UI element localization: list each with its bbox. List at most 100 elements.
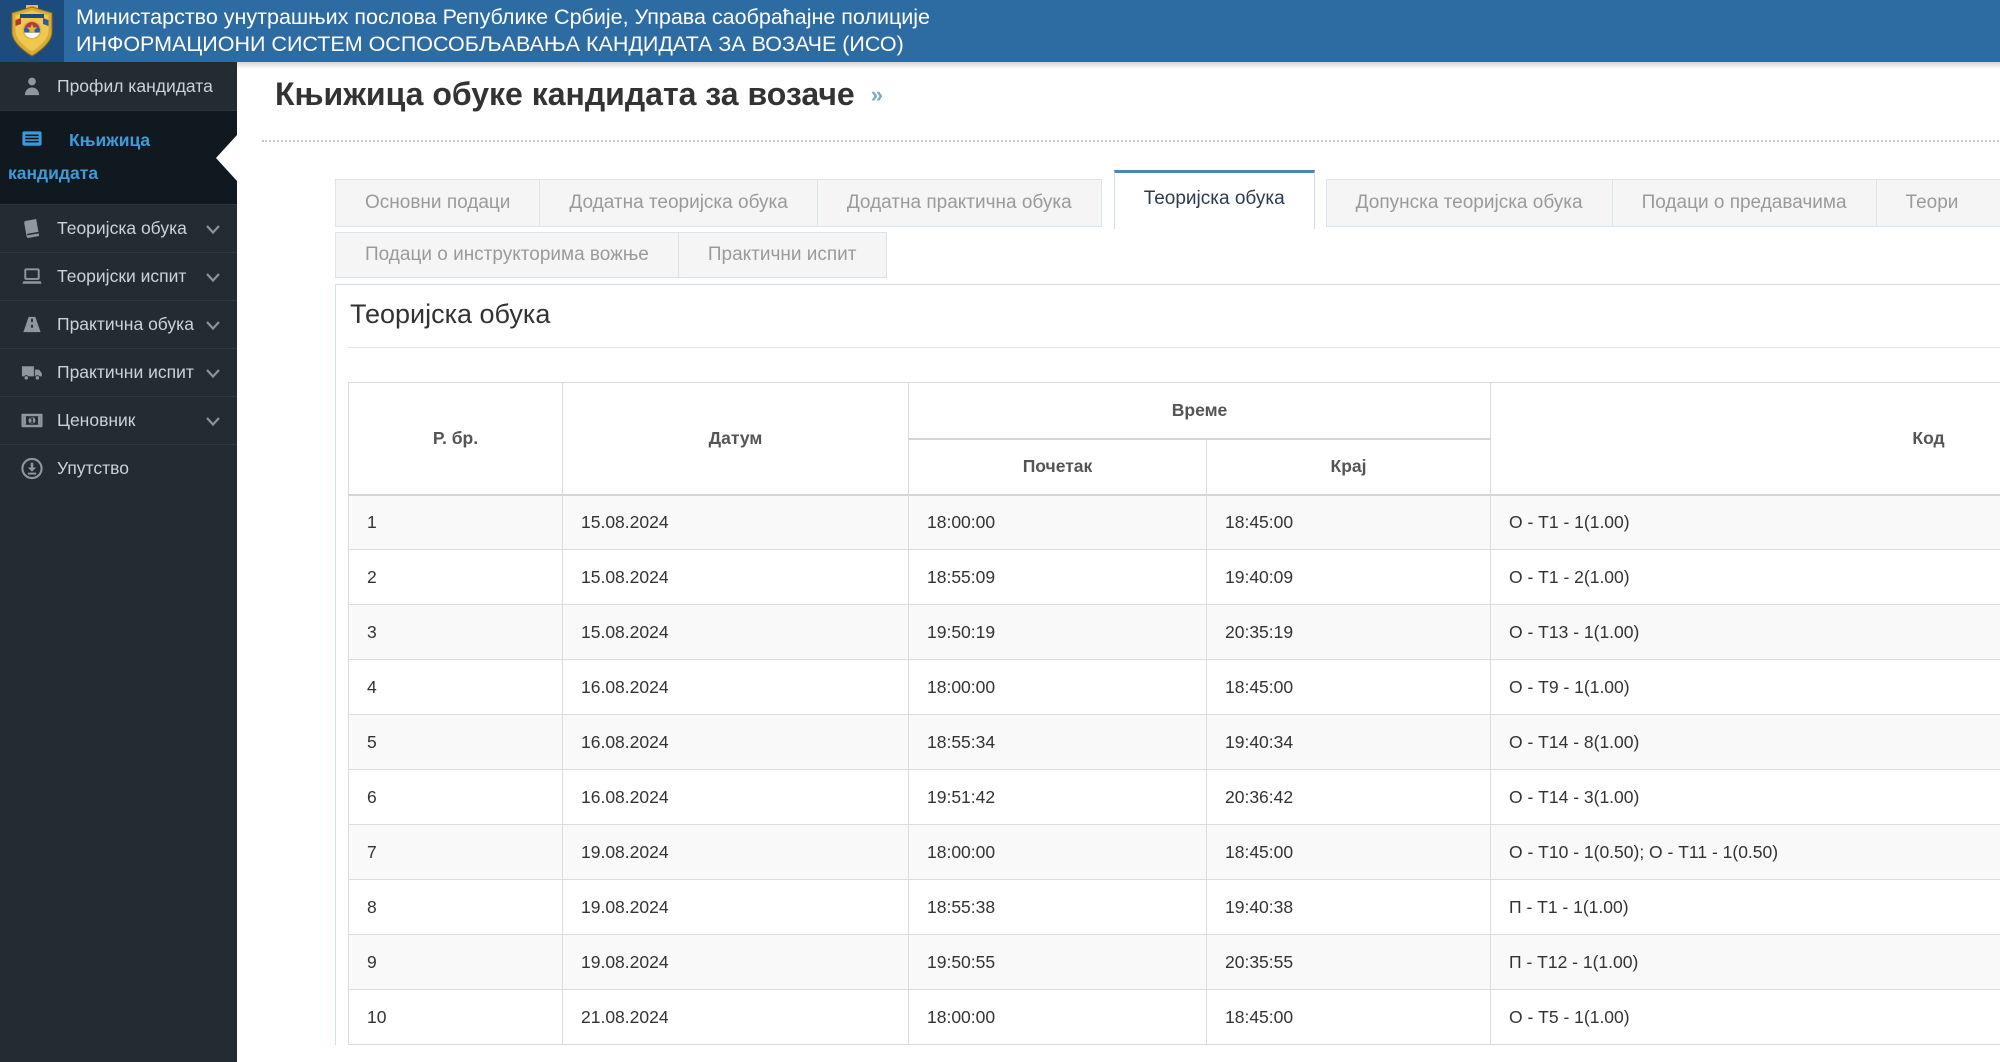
sidebar-item-label: Теоријска обука (57, 218, 187, 238)
sidebar-item-label: Ценовник (57, 410, 136, 430)
tab-prakticni-ispit[interactable]: Практични испит (677, 232, 887, 278)
column-header-kraj: Крај (1205, 438, 1492, 495)
table-row: 9 19.08.2024 19:50:55 20:35:55 П - Т12 - 1(1… (348, 934, 2000, 990)
table-cell: 7 (348, 824, 563, 880)
header-title-line1: Министарство унутрашњих послова Републик… (76, 5, 931, 29)
table-cell: 18:00:00 (908, 494, 1207, 550)
svg-text:1: 1 (29, 415, 35, 425)
sidebar-item-label: Упутство (57, 458, 129, 478)
table-cell: 18:55:09 (908, 549, 1207, 605)
table-cell: 18:55:38 (908, 879, 1207, 935)
tabs-row1: Основни подаци Додатна теоријска обука Дод… (335, 168, 2000, 229)
app-root: { "header": { "line1": "Министарство уну… (0, 0, 2000, 1062)
column-group-vreme: Време (907, 382, 1492, 440)
table-cell: 15.08.2024 (562, 604, 909, 660)
table-row: 2 15.08.2024 18:55:09 19:40:09 О - Т1 - 2(1.… (348, 549, 2000, 605)
column-header-rbr: Р. бр. (348, 382, 563, 495)
table-row: 6 16.08.2024 19:51:42 20:36:42 О - Т14 - 3(1… (348, 769, 2000, 825)
table-cell: 18:55:34 (908, 714, 1207, 770)
tab-panel: Теоријска обука Р. бр. Датум Време Код П… (335, 284, 2000, 1045)
title-divider (262, 140, 2000, 142)
chevron-down-icon (206, 224, 220, 234)
sidebar-item-profil-kandidata[interactable]: Профил кандидата (0, 62, 237, 110)
table-cell: П - Т12 - 1(1.00) (1490, 934, 2000, 990)
user-icon (24, 77, 40, 95)
sidebar-item-prakticni-ispit[interactable]: Практични испит (0, 348, 237, 396)
table-cell: 18:45:00 (1205, 494, 1492, 550)
table-cell: О - Т5 - 1(1.00) (1490, 989, 2000, 1045)
table-cell: 18:00:00 (908, 824, 1207, 880)
table-cell: 20:36:42 (1205, 769, 1492, 825)
table-header: Р. бр. Датум Време Код Почетак Крај (348, 382, 2000, 495)
sidebar-item-label: Профил кандидата (57, 75, 213, 96)
table-cell: О - Т14 - 8(1.00) (1490, 714, 2000, 770)
table-cell: 8 (348, 879, 563, 935)
column-header-kod: Код (1490, 382, 2000, 495)
table-cell: 18:45:00 (1205, 824, 1492, 880)
table-row: 5 16.08.2024 18:55:34 19:40:34 О - Т14 - 8(1… (348, 714, 2000, 770)
table-cell: 4 (348, 659, 563, 715)
chevron-down-icon (206, 368, 220, 378)
sidebar-item-teorijski-ispit[interactable]: Теоријски испит (0, 252, 237, 300)
table-cell: 19.08.2024 (562, 934, 909, 990)
list-icon (22, 131, 42, 146)
table-row: 7 19.08.2024 18:00:00 18:45:00 О - Т10 - 1(0… (348, 824, 2000, 880)
table-cell: О - Т9 - 1(1.00) (1490, 659, 2000, 715)
table-cell: 21.08.2024 (562, 989, 909, 1045)
sidebar-item-teorijska-obuka[interactable]: Теоријска обука (0, 204, 237, 252)
table-cell: 5 (348, 714, 563, 770)
download-icon (21, 457, 43, 480)
table-cell: 16.08.2024 (562, 769, 909, 825)
table-cell: 19:40:34 (1205, 714, 1492, 770)
tab-dodatna-prakticna-obuka[interactable]: Додатна практична обука (816, 179, 1102, 227)
table-cell: 3 (348, 604, 563, 660)
table-cell: 6 (348, 769, 563, 825)
tab-dopunska-teorijska-obuka[interactable]: Допунска теоријска обука (1325, 179, 1613, 227)
table-body: 1 15.08.2024 18:00:00 18:45:00 О - Т1 - 1(1.… (348, 494, 2000, 1045)
table-row: 1 15.08.2024 18:00:00 18:45:00 О - Т1 - 1(1.… (348, 494, 2000, 550)
sidebar-item-label: Практични испит (57, 362, 194, 382)
truck-icon (21, 366, 42, 381)
header-title-line2: ИНФОРМАЦИОНИ СИСТЕМ ОСПОСОБЉАВАЊА КАНДИД… (76, 32, 904, 56)
title-breadcrumb-chevrons: » (870, 82, 883, 107)
page-title: Књижица обуке кандидата за возаче» (275, 76, 883, 112)
table-cell: 16.08.2024 (562, 659, 909, 715)
column-header-datum: Датум (562, 382, 909, 495)
sidebar-item-label: Теоријски испит (57, 266, 187, 286)
table-cell: 10 (348, 989, 563, 1045)
sidebar-item-cenovnik[interactable]: 1 Ценовник (0, 396, 237, 444)
table-row: 8 19.08.2024 18:55:38 19:40:38 П - Т1 - 1(1.… (348, 879, 2000, 935)
table-cell: 16.08.2024 (562, 714, 909, 770)
ministry-logo (0, 0, 64, 62)
table-cell: 15.08.2024 (562, 494, 909, 550)
sidebar-item-prakticna-obuka[interactable]: Практична обука (0, 300, 237, 348)
chevron-down-icon (206, 320, 220, 330)
table-cell: 19:50:19 (908, 604, 1207, 660)
tab-dodatna-teorijska-obuka[interactable]: Додатна теоријска обука (539, 179, 818, 227)
road-icon (23, 316, 41, 333)
table-row: 10 21.08.2024 18:00:00 18:45:00 О - Т5 - 1(1… (348, 989, 2000, 1045)
sidebar-item-uputstvo[interactable]: Упутство (0, 444, 237, 492)
table-cell: 18:00:00 (908, 989, 1207, 1045)
tab-podaci-o-predavacima[interactable]: Подаци о предавачима (1611, 179, 1877, 227)
table-cell: 18:00:00 (908, 659, 1207, 715)
chevron-down-icon (206, 272, 220, 282)
table-cell: 19:51:42 (908, 769, 1207, 825)
table-cell: 19.08.2024 (562, 879, 909, 935)
tab-osnovni-podaci[interactable]: Основни подаци (335, 179, 541, 227)
banknote-icon: 1 (21, 413, 43, 428)
sidebar-item-label: Практична обука (57, 314, 194, 334)
table-cell: 19:40:09 (1205, 549, 1492, 605)
book-icon (24, 219, 40, 238)
table-cell: 19:50:55 (908, 934, 1207, 990)
tab-podaci-o-instruktorima-voznje[interactable]: Подаци о инструкторима вожње (335, 232, 679, 278)
tab-teori-clipped[interactable]: Теори (1875, 179, 2000, 227)
sidebar-item-knjizica-kandidata[interactable]: Књижица кандидата (0, 110, 237, 204)
tab-teorijska-obuka[interactable]: Теоријска обука (1113, 170, 1315, 229)
table-cell: О - Т10 - 1(0.50); О - Т11 - 1(0.50) (1490, 824, 2000, 880)
police-badge-icon (11, 5, 53, 57)
table-cell: О - Т13 - 1(1.00) (1490, 604, 2000, 660)
table-cell: О - Т1 - 1(1.00) (1490, 494, 2000, 550)
main-content: Књижица обуке кандидата за возаче» Основ… (237, 62, 2000, 1062)
table-cell: 20:35:19 (1205, 604, 1492, 660)
